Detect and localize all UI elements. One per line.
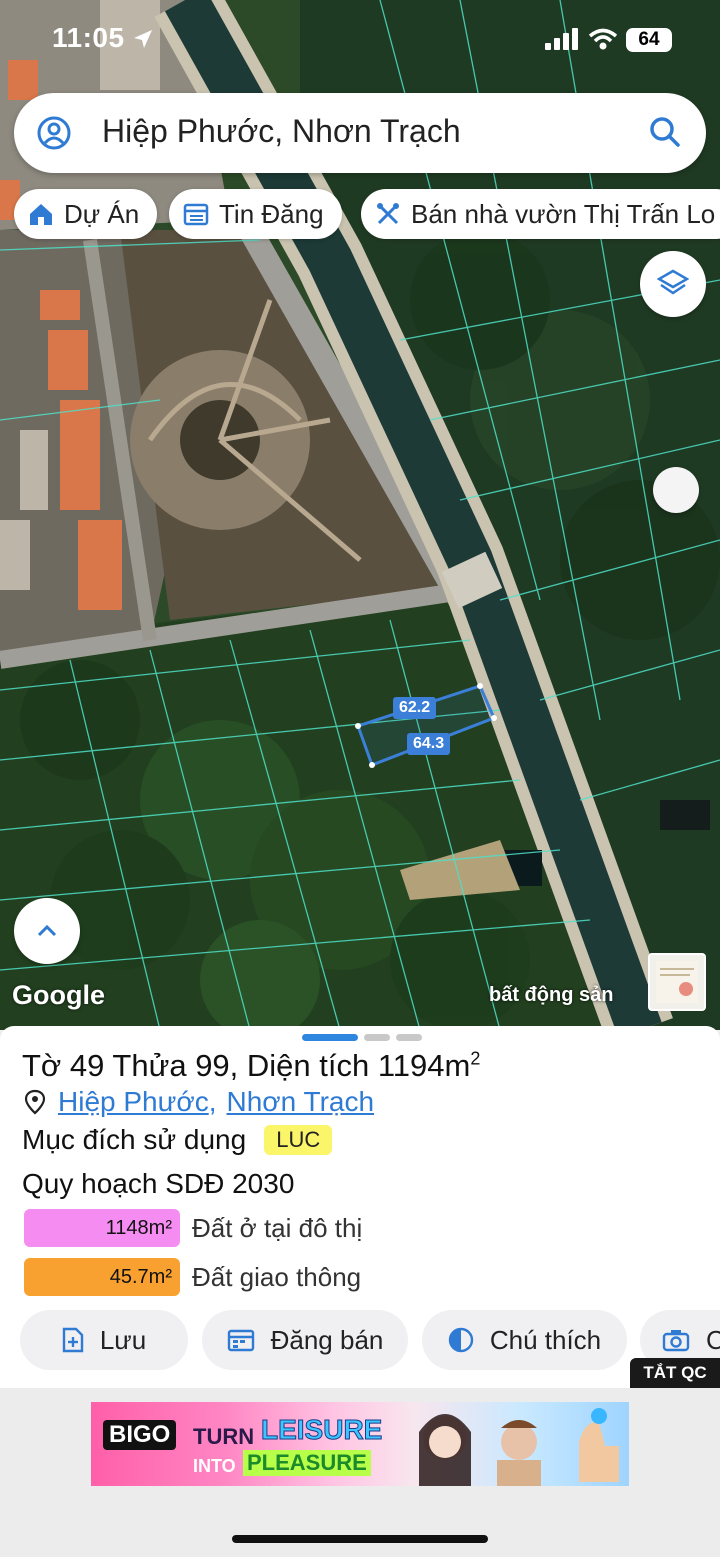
zone-label: Đất giao thông <box>192 1261 362 1292</box>
plan-heading: Quy hoạch SDĐ 2030 <box>22 1168 295 1199</box>
land-use-purpose: Mục đích sử dụng LUC <box>22 1124 333 1156</box>
action-buttons: Lưu Đăng bán Chú thích C <box>20 1310 720 1370</box>
camera-icon <box>662 1328 690 1352</box>
status-bar: 11:05 64 <box>0 0 720 80</box>
chip-tin-dang[interactable]: Tin Đăng <box>169 189 342 239</box>
map-watermark: bất động sản <box>489 984 614 1006</box>
ad-text-turn: TURN <box>193 1424 255 1449</box>
home-indicator[interactable] <box>232 1535 488 1543</box>
camera-label: C <box>706 1324 720 1355</box>
chip-label: Bán nhà vườn Thị Trấn Lo <box>411 198 716 229</box>
pager-dot[interactable] <box>364 1034 390 1041</box>
parcel-edge-label-top: 62.2 <box>393 697 437 719</box>
chip-label: Dự Án <box>64 198 140 229</box>
signal-icon <box>545 28 578 50</box>
contrast-icon <box>448 1327 474 1353</box>
district-link[interactable]: Nhơn Trạch <box>227 1086 375 1118</box>
sheet-pager[interactable] <box>302 1034 422 1041</box>
close-ad-button[interactable]: TẮT QC <box>630 1358 720 1388</box>
legend-button[interactable]: Chú thích <box>422 1310 627 1370</box>
ad-brand-logo: BIGO <box>103 1420 177 1450</box>
zone-row: 45.7m² Đất giao thông <box>24 1258 361 1296</box>
expand-up-button[interactable] <box>14 898 80 964</box>
parcel-info-sheet[interactable]: Tờ 49 Thửa 99, Diện tích 1194m2 Hiệp Phư… <box>0 1026 720 1388</box>
save-icon <box>62 1327 84 1353</box>
google-attribution: Google <box>12 980 105 1010</box>
save-button[interactable]: Lưu <box>20 1310 188 1370</box>
legend-label: Chú thích <box>489 1324 602 1355</box>
layers-button[interactable] <box>640 251 706 317</box>
map-control-knob[interactable] <box>653 467 699 513</box>
user-icon[interactable] <box>36 115 72 151</box>
battery-indicator: 64 <box>626 28 672 52</box>
search-bar[interactable]: Hiệp Phước, Nhơn Trạch <box>14 93 706 173</box>
commune-link[interactable]: Hiệp Phước <box>58 1086 209 1118</box>
tools-icon <box>375 201 401 227</box>
list-icon <box>183 202 209 226</box>
ad-people-image <box>419 1408 619 1486</box>
location-pin-icon <box>24 1089 46 1115</box>
pager-dot-active[interactable] <box>302 1034 358 1041</box>
wifi-icon <box>588 28 618 50</box>
ad-text-pleasure: PLEASURE <box>243 1450 371 1476</box>
ad-banner[interactable]: BIGO TURN LEISURE INTO PLEASURE <box>91 1402 629 1486</box>
ad-text-into: INTO <box>193 1456 236 1476</box>
status-time: 11:05 <box>52 22 125 53</box>
location-arrow-icon <box>134 30 152 48</box>
purpose-label: Mục đích sử dụng <box>22 1124 247 1155</box>
calendar-icon <box>227 1328 255 1352</box>
parcel-title-text: Tờ 49 Thửa 99, Diện tích 1194m <box>22 1048 471 1083</box>
chip-ban-nha-vuon[interactable]: Bán nhà vườn Thị Trấn Lo <box>361 189 720 239</box>
chip-du-an[interactable]: Dự Án <box>14 189 158 239</box>
parcel-title-sup: 2 <box>470 1048 481 1069</box>
home-icon <box>28 202 54 226</box>
layers-icon <box>657 269 689 295</box>
ad-area: BIGO TURN LEISURE INTO PLEASURE <box>0 1388 720 1557</box>
post-sale-label: Đăng bán <box>270 1324 384 1355</box>
document-thumbnail[interactable] <box>648 953 706 1011</box>
zone-row: 1148m² Đất ở tại đô thị <box>24 1209 362 1247</box>
zone-label: Đất ở tại đô thị <box>192 1212 363 1243</box>
zone-area-box: 1148m² <box>24 1209 180 1247</box>
parcel-title: Tờ 49 Thửa 99, Diện tích 1194m2 <box>22 1048 480 1084</box>
search-input[interactable]: Hiệp Phước, Nhơn Trạch <box>102 113 461 150</box>
parcel-edge-label-bottom: 64.3 <box>407 733 451 755</box>
chip-label: Tin Đăng <box>219 198 324 229</box>
satellite-map[interactable]: 11:05 64 Hiệp Phước, Nhơn Trạch Dự Án Ti… <box>0 0 720 1030</box>
chevron-up-icon <box>37 924 57 937</box>
pager-dot[interactable] <box>396 1034 422 1041</box>
address-separator: , <box>208 1086 217 1117</box>
app-screen: 11:05 64 Hiệp Phước, Nhơn Trạch Dự Án Ti… <box>0 0 720 1557</box>
ad-text-leisure: LEISURE <box>260 1414 383 1446</box>
filter-chips: Dự Án Tin Đăng Bán nhà vườn Thị Trấn Lo <box>14 189 720 241</box>
parcel-address: Hiệp Phước, Nhơn Trạch <box>24 1086 374 1118</box>
zone-area-box: 45.7m² <box>24 1258 180 1296</box>
purpose-code-badge: LUC <box>264 1125 333 1155</box>
search-icon[interactable] <box>648 115 682 149</box>
post-sale-button[interactable]: Đăng bán <box>202 1310 408 1370</box>
save-label: Lưu <box>99 1324 147 1355</box>
